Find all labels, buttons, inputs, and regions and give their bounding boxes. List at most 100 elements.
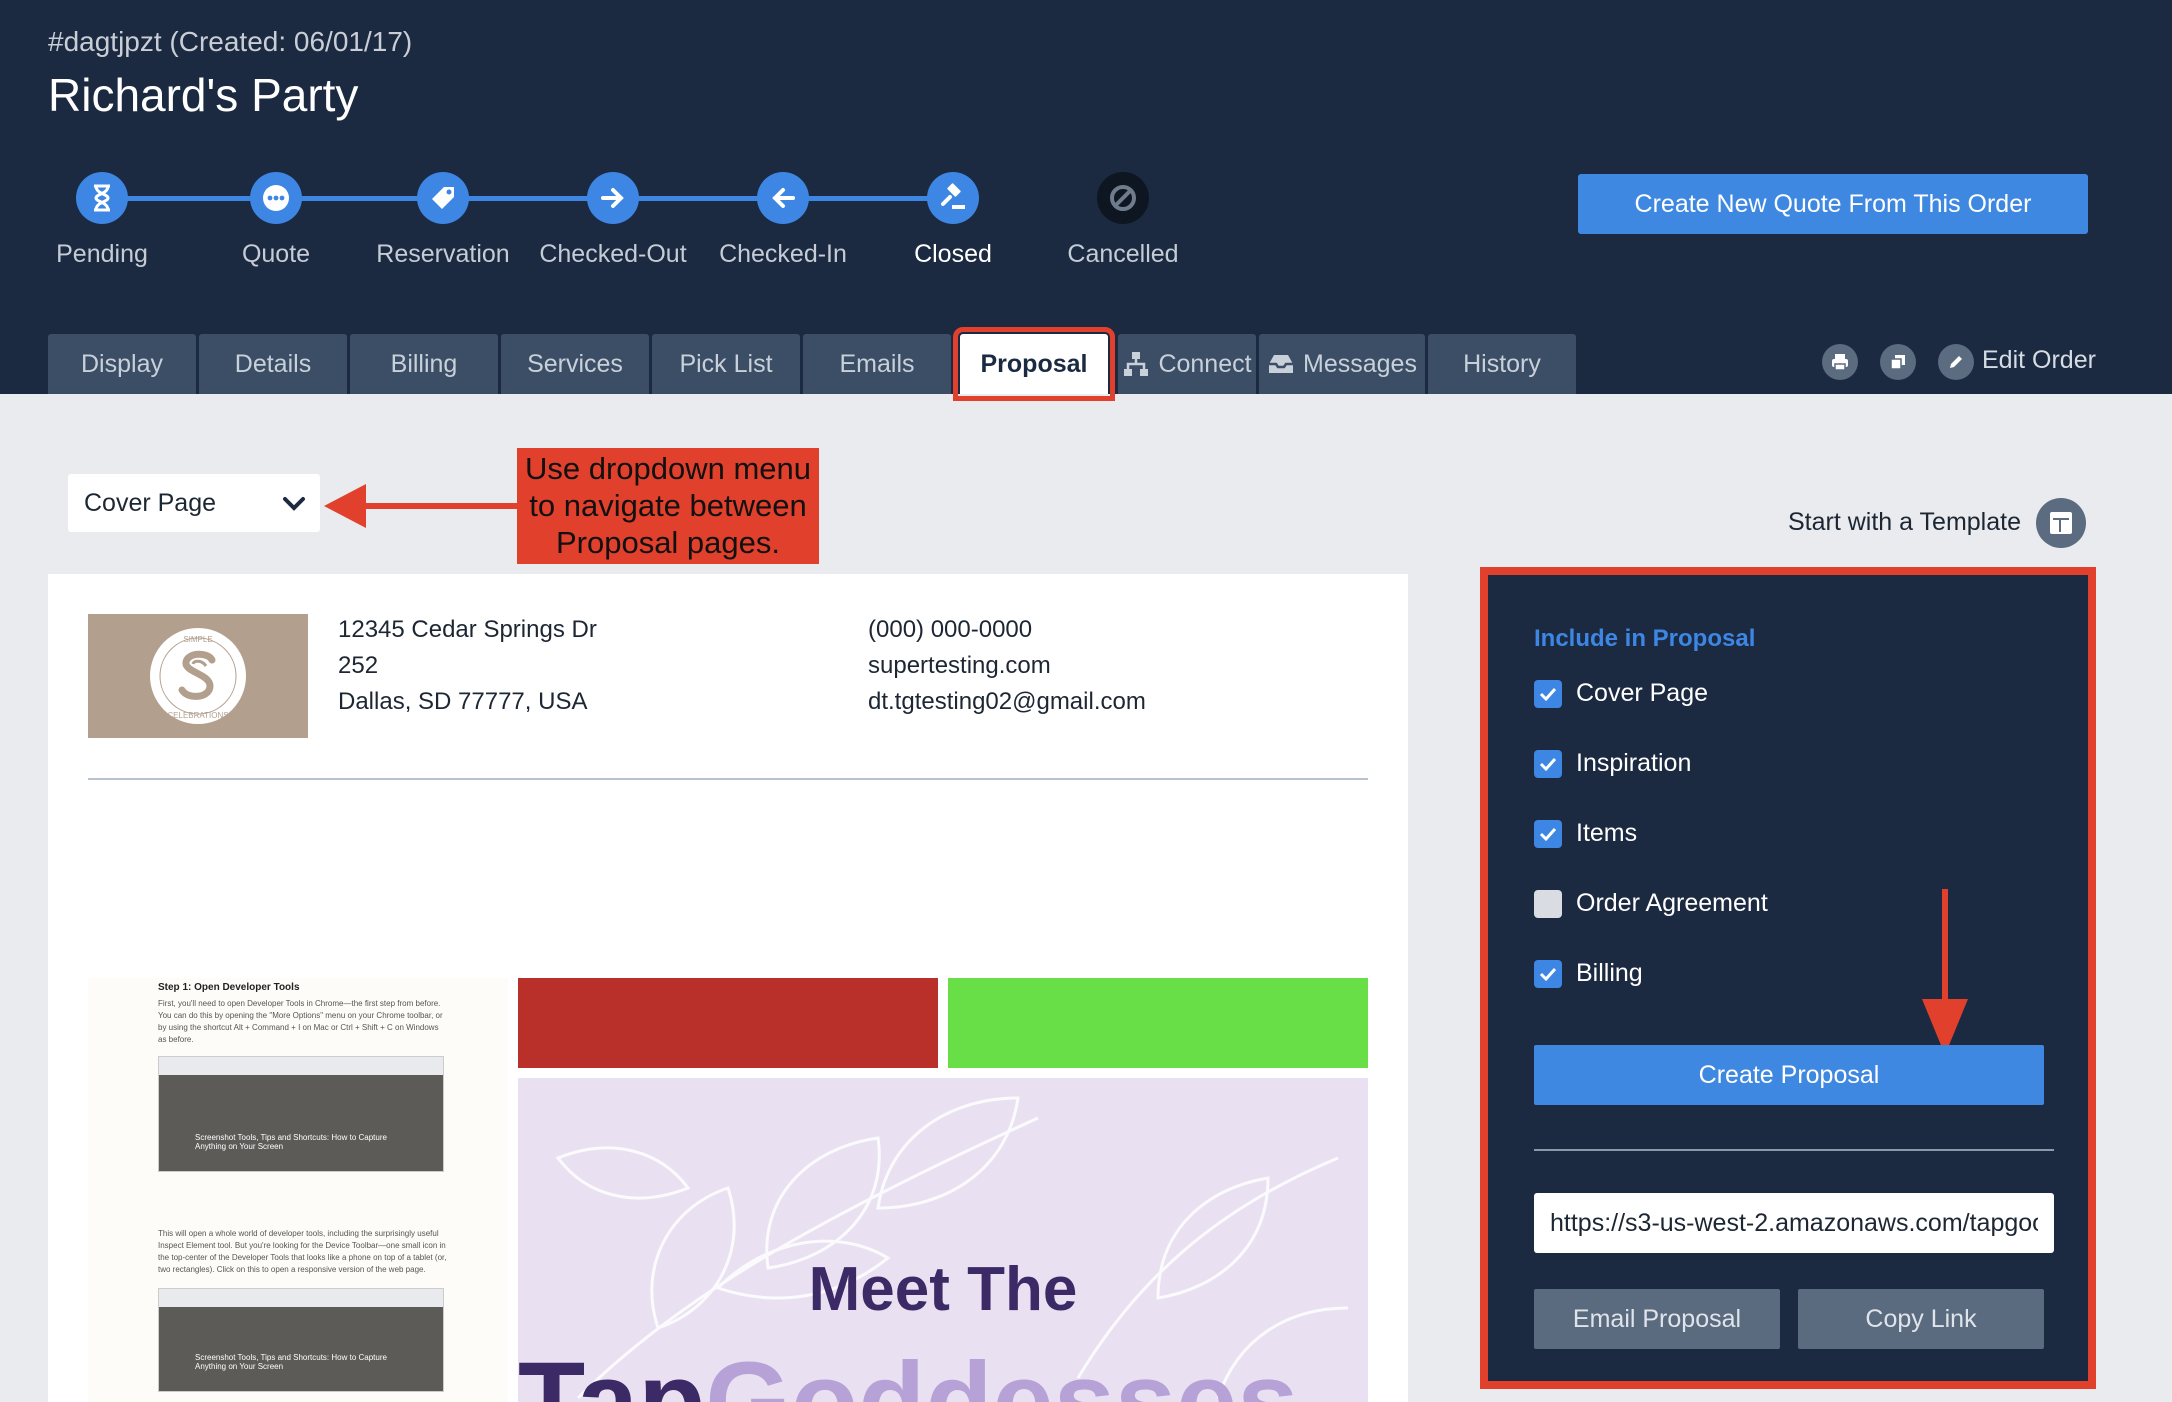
edit-order-link[interactable]: Edit Order	[1982, 346, 2096, 375]
company-phone: (000) 000-0000	[868, 616, 1033, 643]
step-checked-in[interactable]: Checked-In	[703, 172, 863, 269]
proposal-url-field[interactable]	[1534, 1193, 2054, 1253]
tab-label: Display	[81, 349, 163, 378]
order-tools	[1822, 344, 1974, 380]
checkbox-label: Order Agreement	[1576, 889, 1768, 917]
poster-title: TapGoddesses	[518, 1338, 1298, 1402]
step-label: Cancelled	[1067, 240, 1179, 268]
annotation-note: Use dropdown menu to navigate between Pr…	[517, 448, 819, 564]
color-swatch-red	[518, 978, 938, 1068]
tab-history[interactable]: History	[1428, 334, 1576, 394]
gavel-icon	[927, 172, 979, 224]
arrow-right-icon	[587, 172, 639, 224]
tab-label: Services	[527, 349, 623, 378]
article-paragraph: This will open a whole world of develope…	[158, 1229, 447, 1274]
annotation-arrow-left	[320, 476, 520, 541]
tab-messages[interactable]: Messages	[1259, 334, 1425, 394]
checkbox-checked-icon[interactable]	[1534, 679, 1562, 708]
tab-label: Messages	[1303, 349, 1417, 378]
company-logo: SIMPLE CELEBRATIONS	[88, 614, 308, 738]
create-proposal-button[interactable]: Create Proposal	[1534, 1045, 2044, 1105]
create-quote-button[interactable]: Create New Quote From This Order	[1578, 174, 2088, 234]
tab-label: Pick List	[679, 349, 773, 378]
poster-heading: Meet The	[808, 1255, 1078, 1324]
tab-billing[interactable]: Billing	[350, 334, 498, 394]
article-caption: Screenshot Tools, Tips and Shortcuts: Ho…	[195, 1353, 387, 1371]
inspiration-image-poster: Meet The TapGoddesses	[518, 1078, 1368, 1402]
tab-details[interactable]: Details	[199, 334, 347, 394]
company-email: dt.tgtesting02@gmail.com	[868, 688, 1146, 715]
proposal-preview: SIMPLE CELEBRATIONS 12345 Cedar Springs …	[48, 574, 1408, 1402]
start-template-link[interactable]: Start with a Template	[1788, 508, 2021, 537]
ellipsis-icon	[250, 172, 302, 224]
tab-connect[interactable]: Connect	[1118, 334, 1256, 394]
step-label: Closed	[914, 240, 992, 268]
step-closed[interactable]: Closed	[873, 172, 1033, 269]
inbox-icon	[1267, 352, 1295, 376]
ban-icon	[1097, 172, 1149, 224]
arrow-left-icon	[757, 172, 809, 224]
checkbox-checked-icon[interactable]	[1534, 749, 1562, 778]
checkbox-unchecked-icon[interactable]	[1534, 889, 1562, 918]
print-icon[interactable]	[1822, 344, 1858, 380]
duplicate-icon[interactable]	[1880, 344, 1916, 380]
panel-divider	[1534, 1149, 2054, 1151]
address-line: Dallas, SD 77777, USA	[338, 688, 588, 715]
step-cancelled[interactable]: Cancelled	[1043, 172, 1203, 269]
order-title: Richard's Party	[48, 69, 359, 121]
hourglass-icon	[76, 172, 128, 224]
template-icon[interactable]	[2036, 498, 2086, 548]
svg-text:SIMPLE: SIMPLE	[183, 635, 212, 644]
article-heading: Step 1: Open Developer Tools	[158, 982, 300, 993]
network-icon	[1122, 350, 1150, 378]
step-label: Pending	[56, 240, 148, 268]
company-contact: (000) 000-0000 supertesting.com dt.tgtes…	[868, 612, 1146, 720]
checkbox-checked-icon[interactable]	[1534, 959, 1562, 988]
include-billing[interactable]: Billing	[1534, 959, 1643, 988]
inspiration-image-article: Step 1: Open Developer Tools First, you'…	[88, 978, 508, 1402]
step-label: Reservation	[376, 240, 510, 268]
step-label: Checked-In	[719, 240, 847, 268]
tab-label: Proposal	[980, 349, 1088, 378]
address-line: 252	[338, 652, 379, 679]
email-proposal-button[interactable]: Email Proposal	[1534, 1289, 1780, 1349]
include-items[interactable]: Items	[1534, 819, 1637, 848]
include-order-agreement[interactable]: Order Agreement	[1534, 889, 1768, 918]
pencil-icon[interactable]	[1938, 344, 1974, 380]
article-screenshot: Screenshot Tools, Tips and Shortcuts: Ho…	[158, 1288, 444, 1392]
poster-title-part: Tap	[518, 1340, 706, 1402]
checkbox-label: Items	[1576, 819, 1638, 847]
poster-title-part: Goddesses	[705, 1340, 1299, 1402]
copy-link-button[interactable]: Copy Link	[1798, 1289, 2044, 1349]
step-label: Checked-Out	[539, 240, 687, 268]
article-caption: Screenshot Tools, Tips and Shortcuts: Ho…	[195, 1133, 387, 1151]
step-reservation[interactable]: Reservation	[363, 172, 523, 269]
step-checked-out[interactable]: Checked-Out	[533, 172, 693, 269]
tab-pick-list[interactable]: Pick List	[652, 334, 800, 394]
checkbox-label: Inspiration	[1576, 749, 1692, 777]
company-website: supertesting.com	[868, 652, 1051, 679]
include-inspiration[interactable]: Inspiration	[1534, 749, 1691, 778]
tab-label: History	[1463, 349, 1541, 378]
checkbox-checked-icon[interactable]	[1534, 819, 1562, 848]
tab-label: Billing	[390, 349, 458, 378]
annotation-arrow-down	[1920, 889, 1970, 1064]
tab-services[interactable]: Services	[501, 334, 649, 394]
company-address: 12345 Cedar Springs Dr 252 Dallas, SD 77…	[338, 612, 597, 720]
include-in-proposal-panel: Include in Proposal Cover Page Inspirati…	[1480, 567, 2096, 1389]
chevron-down-icon	[282, 492, 306, 521]
address-line: 12345 Cedar Springs Dr	[338, 616, 597, 643]
proposal-page-select[interactable]: Cover Page	[68, 474, 320, 532]
step-quote[interactable]: Quote	[196, 172, 356, 269]
panel-title: Include in Proposal	[1534, 625, 1756, 652]
include-cover-page[interactable]: Cover Page	[1534, 679, 1708, 708]
tab-display[interactable]: Display	[48, 334, 196, 394]
tab-emails[interactable]: Emails	[803, 334, 951, 394]
tab-label: Emails	[839, 349, 915, 378]
checkbox-label: Cover Page	[1576, 679, 1709, 707]
article-paragraph: First, you'll need to open Developer Too…	[158, 999, 443, 1044]
order-id: #dagtjpzt (Created: 06/01/17)	[48, 26, 413, 57]
step-pending[interactable]: Pending	[22, 172, 182, 269]
tab-proposal[interactable]: Proposal	[953, 327, 1115, 401]
header-divider	[88, 778, 1368, 780]
